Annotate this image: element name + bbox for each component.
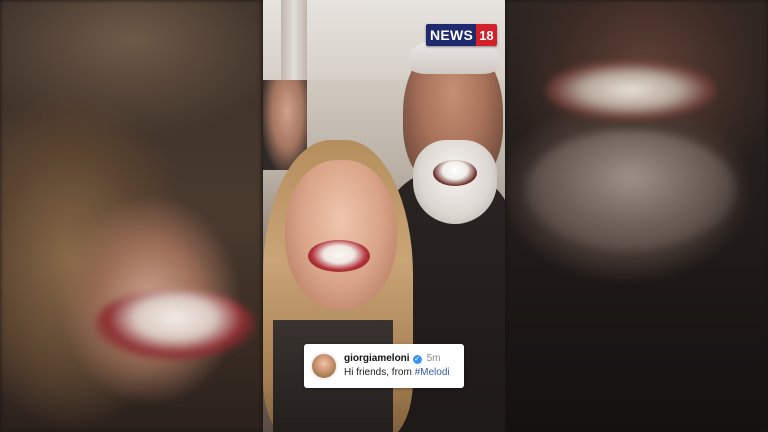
- comment-timestamp: 5m: [426, 353, 441, 364]
- instagram-comment-card: giorgiameloni ✓ 5m Hi friends, from #Mel…: [304, 344, 464, 388]
- blurred-background-right: [506, 0, 768, 432]
- verified-badge-icon: ✓: [412, 354, 422, 364]
- username[interactable]: giorgiameloni: [344, 352, 410, 366]
- blurred-background-left: [0, 0, 262, 432]
- avatar[interactable]: [310, 352, 338, 380]
- comment-content: giorgiameloni ✓ 5m Hi friends, from #Mel…: [344, 352, 450, 380]
- man-mouth: [433, 160, 477, 186]
- news18-logo: NEWS 18: [426, 24, 497, 46]
- blurred-face-right: [546, 60, 716, 120]
- comment-header: giorgiameloni ✓ 5m: [344, 352, 450, 366]
- logo-word: NEWS: [426, 24, 477, 46]
- comment-text-line: Hi friends, from #Melodi: [344, 366, 450, 380]
- blurred-face-left: [95, 290, 255, 360]
- logo-number: 18: [476, 24, 497, 46]
- background-curtain: [281, 0, 307, 90]
- hashtag-link[interactable]: #Melodi: [415, 367, 450, 378]
- blurred-beard-right: [526, 130, 736, 250]
- woman-mouth: [308, 240, 370, 272]
- comment-text: Hi friends, from: [344, 367, 415, 378]
- woman-face: [285, 160, 397, 310]
